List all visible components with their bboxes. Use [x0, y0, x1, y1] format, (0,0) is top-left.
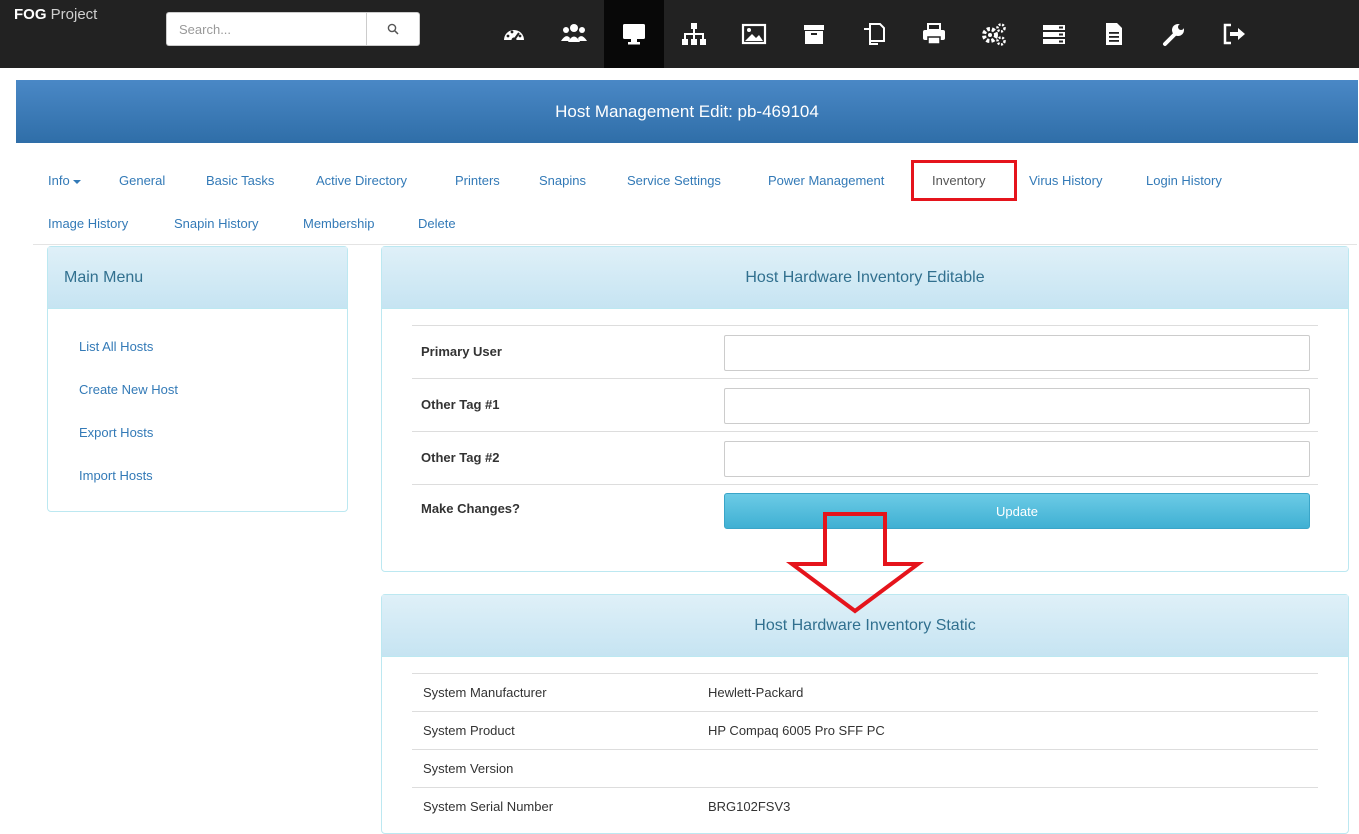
nav-logout[interactable] — [1204, 0, 1264, 68]
primary-user-label: Primary User — [421, 344, 502, 359]
make-changes-label: Make Changes? — [421, 501, 520, 516]
tab-active-directory[interactable]: Active Directory — [316, 173, 407, 189]
other-tag-2-input[interactable] — [724, 441, 1310, 477]
tab-printers[interactable]: Printers — [455, 173, 500, 189]
main-menu-title: Main Menu — [48, 247, 347, 309]
sitemap-icon — [682, 23, 706, 45]
logout-icon — [1223, 23, 1245, 45]
form-row-primary-user: Primary User — [412, 325, 1318, 379]
menu-item-list-all-hosts[interactable]: List All Hosts — [79, 339, 178, 382]
nav-settings[interactable] — [1144, 0, 1204, 68]
inventory-editable-panel: Host Hardware Inventory Editable Primary… — [381, 246, 1349, 572]
archive-icon — [804, 25, 824, 44]
static-row: System Version — [412, 749, 1318, 788]
nav-tasks[interactable] — [1024, 0, 1084, 68]
tab-delete[interactable]: Delete — [418, 216, 456, 232]
static-key: System Manufacturer — [423, 685, 547, 700]
tab-virus-history[interactable]: Virus History — [1029, 173, 1102, 189]
desktop-icon — [623, 24, 645, 45]
search-icon — [387, 23, 399, 35]
tab-inventory[interactable]: Inventory — [932, 173, 985, 189]
copy-icon — [864, 23, 885, 45]
tab-basic-tasks[interactable]: Basic Tasks — [206, 173, 274, 189]
wrench-icon — [1163, 24, 1184, 46]
nav-storage[interactable] — [784, 0, 844, 68]
form-row-other-tag-1: Other Tag #1 — [412, 378, 1318, 432]
nav-hosts[interactable] — [604, 0, 664, 68]
tab-membership[interactable]: Membership — [303, 216, 375, 232]
static-key: System Version — [423, 761, 514, 776]
other-tag-1-input[interactable] — [724, 388, 1310, 424]
inventory-editable-title: Host Hardware Inventory Editable — [382, 247, 1348, 309]
dashboard-icon — [504, 30, 524, 43]
menu-item-create-new-host[interactable]: Create New Host — [79, 382, 178, 425]
primary-user-input[interactable] — [724, 335, 1310, 371]
other-tag-1-label: Other Tag #1 — [421, 397, 500, 412]
tab-snapins[interactable]: Snapins — [539, 173, 586, 189]
static-value: BRG102FSV3 — [708, 799, 791, 814]
static-key: System Serial Number — [423, 799, 554, 814]
static-value: Hewlett-Packard — [708, 685, 804, 700]
print-icon — [923, 23, 945, 45]
page-title: Host Management Edit: pb-469104 — [16, 80, 1358, 143]
static-row: System Serial Number BRG102FSV3 — [412, 787, 1318, 826]
image-icon — [741, 23, 767, 45]
main-menu-list: List All Hosts Create New Host Export Ho… — [79, 339, 178, 511]
menu-item-export-hosts[interactable]: Export Hosts — [79, 425, 178, 468]
nav-reports[interactable] — [1084, 0, 1144, 68]
main-nav-icons — [484, 0, 1264, 68]
users-icon — [561, 24, 587, 42]
tab-power-management[interactable]: Power Management — [768, 173, 884, 189]
static-key: System Product — [423, 723, 515, 738]
tab-image-history[interactable]: Image History — [48, 216, 128, 232]
static-value: HP Compaq 6005 Pro SFF PC — [708, 723, 885, 738]
inventory-static-panel: Host Hardware Inventory Static System Ma… — [381, 594, 1349, 834]
tab-login-history[interactable]: Login History — [1146, 173, 1222, 189]
caret-down-icon — [72, 179, 81, 184]
nav-images[interactable] — [724, 0, 784, 68]
cogs-icon — [982, 23, 1006, 46]
menu-item-import-hosts[interactable]: Import Hosts — [79, 468, 178, 511]
subnav-divider — [33, 244, 1357, 245]
search-input[interactable] — [166, 12, 366, 46]
nav-groups[interactable] — [664, 0, 724, 68]
search-button[interactable] — [366, 12, 420, 46]
tab-info[interactable]: Info — [48, 173, 81, 189]
brand-logo[interactable]: FOG Project — [14, 6, 97, 23]
host-subnav: Info General Basic Tasks Active Director… — [0, 155, 1359, 245]
nav-snapins[interactable] — [844, 0, 904, 68]
nav-printers[interactable] — [904, 0, 964, 68]
top-navbar: FOG Project — [0, 0, 1359, 68]
static-row: System Manufacturer Hewlett-Packard — [412, 673, 1318, 712]
nav-service-config[interactable] — [964, 0, 1024, 68]
search-form — [166, 12, 420, 46]
form-row-make-changes: Make Changes? Update — [412, 484, 1318, 545]
tab-general[interactable]: General — [119, 173, 165, 189]
tab-service-settings[interactable]: Service Settings — [627, 173, 721, 189]
update-button[interactable]: Update — [724, 493, 1310, 529]
form-row-other-tag-2: Other Tag #2 — [412, 431, 1318, 485]
file-icon — [1106, 23, 1122, 45]
server-icon — [1043, 25, 1065, 44]
tab-snapin-history[interactable]: Snapin History — [174, 216, 259, 232]
nav-dashboard[interactable] — [484, 0, 544, 68]
inventory-static-title: Host Hardware Inventory Static — [382, 595, 1348, 657]
static-row: System Product HP Compaq 6005 Pro SFF PC — [412, 711, 1318, 750]
nav-users[interactable] — [544, 0, 604, 68]
main-menu-panel: Main Menu List All Hosts Create New Host… — [47, 246, 348, 512]
other-tag-2-label: Other Tag #2 — [421, 450, 500, 465]
